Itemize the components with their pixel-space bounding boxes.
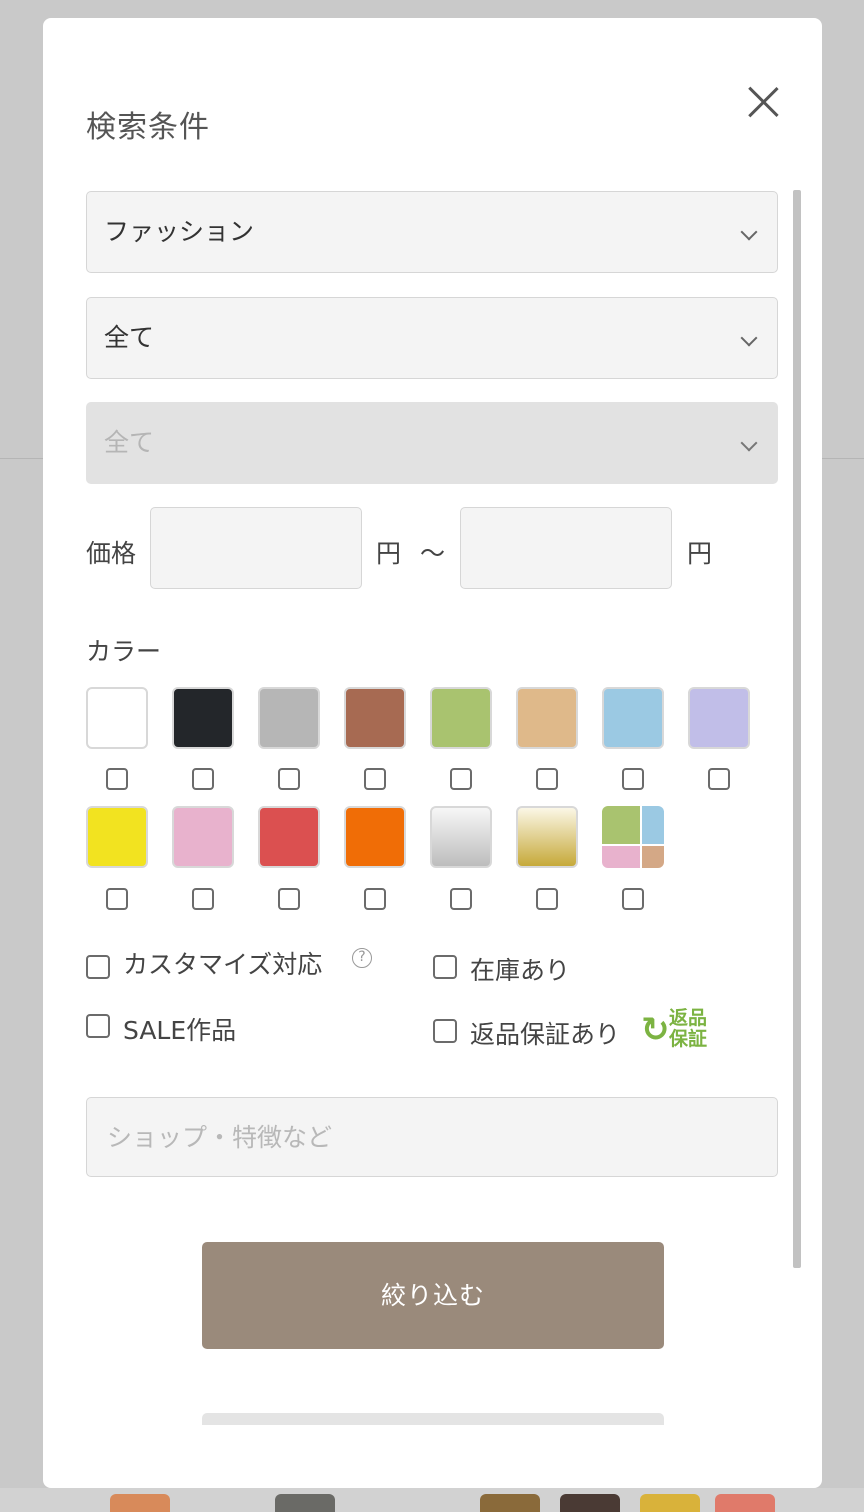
chevron-down-icon: [740, 329, 758, 347]
price-max-unit: 円: [687, 539, 713, 568]
color-checkbox-multi[interactable]: [622, 888, 644, 910]
color-swatch-white[interactable]: [86, 687, 148, 749]
price-min-unit: 円: [376, 539, 402, 568]
color-checkbox-gold[interactable]: [536, 888, 558, 910]
subcategory-select[interactable]: 全て: [86, 297, 778, 379]
in-stock-checkbox[interactable]: [433, 955, 457, 979]
sale-label: SALE作品: [123, 1016, 237, 1045]
in-stock-label: 在庫あり: [470, 956, 571, 985]
filter-submit-button[interactable]: 絞り込む: [202, 1242, 664, 1349]
sale-checkbox[interactable]: [86, 1014, 110, 1038]
return-badge-line2: 保証: [669, 1028, 708, 1050]
close-icon[interactable]: [743, 82, 783, 122]
color-swatch-blue[interactable]: [602, 687, 664, 749]
category-select[interactable]: ファッション: [86, 191, 778, 273]
color-swatch-brown[interactable]: [344, 687, 406, 749]
color-checkbox-white[interactable]: [106, 768, 128, 790]
color-checkbox-orange[interactable]: [364, 888, 386, 910]
color-checkbox-red[interactable]: [278, 888, 300, 910]
color-swatch-black[interactable]: [172, 687, 234, 749]
price-label: 価格: [86, 539, 137, 568]
category-select-value: ファッション: [104, 217, 255, 246]
price-separator: ～: [420, 539, 446, 568]
customize-checkbox[interactable]: [86, 955, 110, 979]
return-guarantee-label: 返品保証あり: [470, 1020, 621, 1049]
color-checkbox-pink[interactable]: [192, 888, 214, 910]
background-product-strip: [0, 1488, 864, 1512]
chevron-down-icon: [740, 434, 758, 452]
return-arrow-icon: ↻: [641, 1010, 670, 1050]
subsubcategory-select: 全て: [86, 402, 778, 484]
price-max-input[interactable]: [460, 507, 672, 589]
subsubcategory-select-value: 全て: [104, 428, 155, 457]
color-checkbox-green[interactable]: [450, 768, 472, 790]
scrollbar[interactable]: [793, 190, 801, 1268]
color-label: カラー: [86, 637, 162, 666]
help-icon[interactable]: ?: [352, 948, 372, 968]
search-conditions-modal: 検索条件 ファッション 全て 全て 価格 円 ～ 円 カラー カスタマイズ対応 …: [43, 18, 822, 1488]
color-checkbox-brown[interactable]: [364, 768, 386, 790]
color-swatch-purple[interactable]: [688, 687, 750, 749]
color-swatch-green[interactable]: [430, 687, 492, 749]
chevron-down-icon: [740, 223, 758, 241]
color-swatch-pink[interactable]: [172, 806, 234, 868]
return-badge-line1: 返品: [669, 1007, 708, 1029]
color-swatch-gray[interactable]: [258, 687, 320, 749]
color-checkbox-black[interactable]: [192, 768, 214, 790]
color-swatch-beige[interactable]: [516, 687, 578, 749]
color-swatch-yellow[interactable]: [86, 806, 148, 868]
subcategory-select-value: 全て: [104, 323, 155, 352]
color-swatch-silver[interactable]: [430, 806, 492, 868]
keyword-input[interactable]: [86, 1097, 778, 1177]
color-checkbox-beige[interactable]: [536, 768, 558, 790]
modal-title: 検索条件: [86, 110, 210, 145]
color-swatch-orange[interactable]: [344, 806, 406, 868]
return-guarantee-badge: ↻ 返品 保証: [641, 1008, 721, 1052]
color-checkbox-gray[interactable]: [278, 768, 300, 790]
color-checkbox-blue[interactable]: [622, 768, 644, 790]
color-checkbox-yellow[interactable]: [106, 888, 128, 910]
color-swatch-red[interactable]: [258, 806, 320, 868]
color-swatch-gold[interactable]: [516, 806, 578, 868]
return-guarantee-checkbox[interactable]: [433, 1019, 457, 1043]
price-min-input[interactable]: [150, 507, 362, 589]
customize-label: カスタマイズ対応: [123, 950, 323, 979]
color-swatch-multi[interactable]: [602, 806, 664, 868]
secondary-button[interactable]: [202, 1413, 664, 1425]
color-checkbox-silver[interactable]: [450, 888, 472, 910]
color-checkbox-purple[interactable]: [708, 768, 730, 790]
